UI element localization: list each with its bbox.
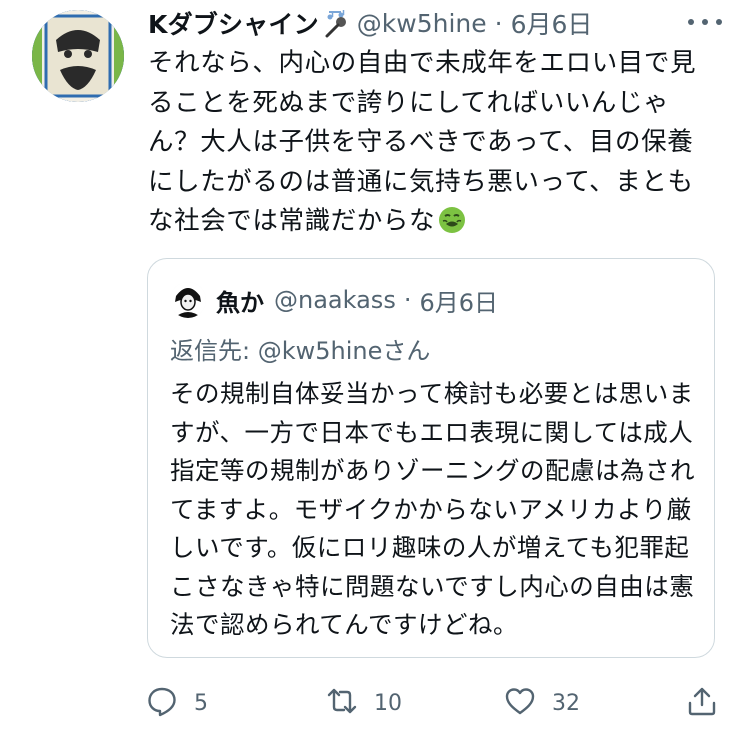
tweet-date[interactable]: 6月6日 (511, 5, 593, 41)
reply-to-prefix: 返信先: (170, 337, 258, 365)
reply-button[interactable]: 5 (146, 680, 208, 726)
author-avatar[interactable] (32, 10, 124, 102)
quoted-author-handle: @naakass (274, 286, 396, 314)
retweet-count: 10 (374, 690, 402, 716)
reply-to-suffix: さん (382, 337, 431, 365)
quoted-separator-dot: · (403, 286, 412, 314)
quoted-tweet[interactable]: 魚か @naakass · 6月6日 返信先: @kw5hineさん その規制自… (147, 258, 715, 658)
reply-to-line: 返信先: @kw5hineさん (170, 331, 430, 366)
like-button[interactable]: 32 (504, 680, 580, 726)
retweet-button[interactable]: 10 (326, 680, 402, 726)
share-icon (686, 685, 718, 721)
author-handle[interactable]: @kw5hine (357, 9, 487, 38)
like-count: 32 (552, 690, 580, 716)
quoted-tweet-date: 6月6日 (419, 288, 499, 317)
share-button[interactable] (686, 680, 718, 726)
retweet-icon (326, 685, 358, 721)
heart-icon (504, 685, 536, 721)
separator-dot: · (494, 8, 503, 38)
nauseated-face-icon (437, 205, 467, 235)
tweet-body: それなら、内心の自由で未成年をエロい目で見ることを死ぬまで誇りにしてればいいんじ… (148, 48, 697, 236)
tweet-header: Kダブシャイン @kw5hine · 6月6日 (148, 3, 592, 43)
quoted-tweet-header: 魚か @naakass · 6月6日 (170, 282, 499, 318)
tweet-text: それなら、内心の自由で未成年をエロい目で見ることを死ぬまで誇りにしてればいいんじ… (148, 44, 708, 242)
reply-count: 5 (194, 690, 208, 716)
quoted-tweet-text: その規制自体妥当かって検討も必要とは思いますが、一方で日本でもエロ表現に関しては… (170, 379, 695, 639)
tweet-action-bar: 5 10 32 (0, 680, 750, 726)
more-options-icon[interactable] (684, 10, 726, 34)
reply-icon (146, 685, 178, 721)
quoted-author-name: 魚か (216, 288, 264, 317)
author-name[interactable]: Kダブシャイン (148, 5, 319, 41)
quoted-author-avatar (170, 282, 206, 318)
reply-to-handle: @kw5hine (257, 337, 383, 365)
microphone-emoji-icon (321, 8, 351, 38)
